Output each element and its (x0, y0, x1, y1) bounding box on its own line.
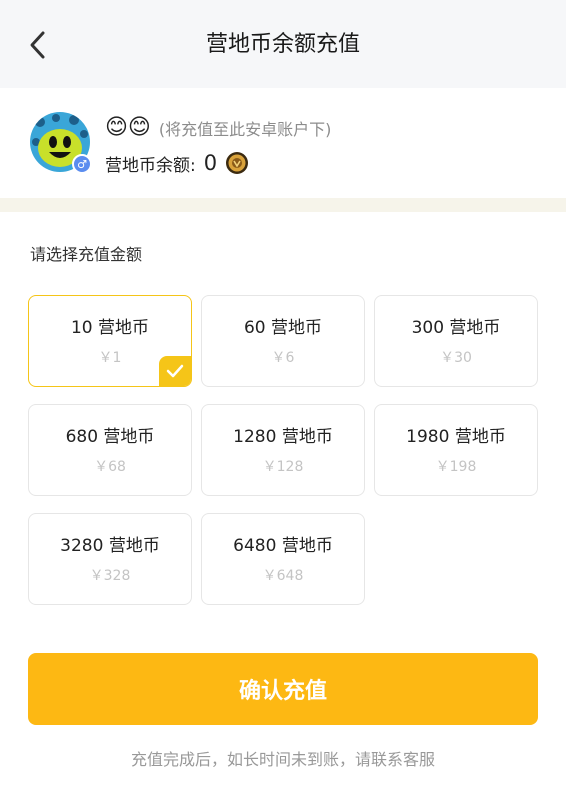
option-coins: 680 营地币 (65, 427, 155, 447)
option-price: ￥128 (262, 459, 304, 475)
recharge-option[interactable]: 680 营地币 ￥68 (28, 404, 192, 496)
option-price: ￥328 (89, 568, 131, 584)
option-coins: 1280 营地币 (233, 427, 333, 447)
balance-value: 0 (203, 151, 218, 175)
section-divider (0, 198, 566, 212)
balance-row: 营地币余额: 0 (105, 148, 249, 178)
recharge-option[interactable]: 6480 营地币 ￥648 (201, 513, 365, 605)
recharge-option[interactable]: 300 营地币 ￥30 (374, 295, 538, 387)
recharge-option[interactable]: 3280 营地币 ￥328 (28, 513, 192, 605)
option-price: ￥648 (262, 568, 304, 584)
username: 😊😊 (105, 115, 151, 140)
recharge-option[interactable]: 10 营地币 ￥1 (28, 295, 192, 387)
page-title: 营地币余额充值 (205, 32, 360, 57)
gender-male-icon: ♂ (72, 154, 92, 174)
section-label: 请选择充值金额 (30, 245, 143, 264)
recharge-option[interactable]: 1280 营地币 ￥128 (201, 404, 365, 496)
option-price: ￥68 (94, 459, 126, 475)
user-name-row: 😊😊 (将充值至此安卓账户下) (105, 114, 331, 142)
check-icon (166, 364, 184, 378)
option-price: ￥198 (435, 459, 477, 475)
recharge-option[interactable]: 60 营地币 ￥6 (201, 295, 365, 387)
option-coins: 3280 营地币 (60, 536, 160, 556)
coin-icon (226, 152, 249, 174)
option-coins: 60 营地币 (243, 318, 323, 338)
footer-note: 充值完成后，如长时间未到账，请联系客服 (130, 750, 435, 769)
account-note: (将充值至此安卓账户下) (158, 120, 332, 139)
header-bar: 营地币余额充值 (0, 0, 566, 88)
option-coins: 10 营地币 (70, 318, 150, 338)
balance-label: 营地币余额: (105, 155, 196, 176)
option-coins: 300 营地币 (411, 318, 501, 338)
option-coins: 6480 营地币 (233, 536, 333, 556)
user-card: ♂ 😊😊 (将充值至此安卓账户下) 营地币余额: 0 (0, 88, 566, 198)
confirm-recharge-button[interactable]: 确认充值 (28, 653, 538, 725)
selected-check-badge (159, 356, 191, 386)
option-price: ￥30 (440, 350, 472, 366)
recharge-option[interactable]: 1980 营地币 ￥198 (374, 404, 538, 496)
option-price: ￥6 (271, 350, 295, 366)
option-coins: 1980 营地币 (406, 427, 506, 447)
